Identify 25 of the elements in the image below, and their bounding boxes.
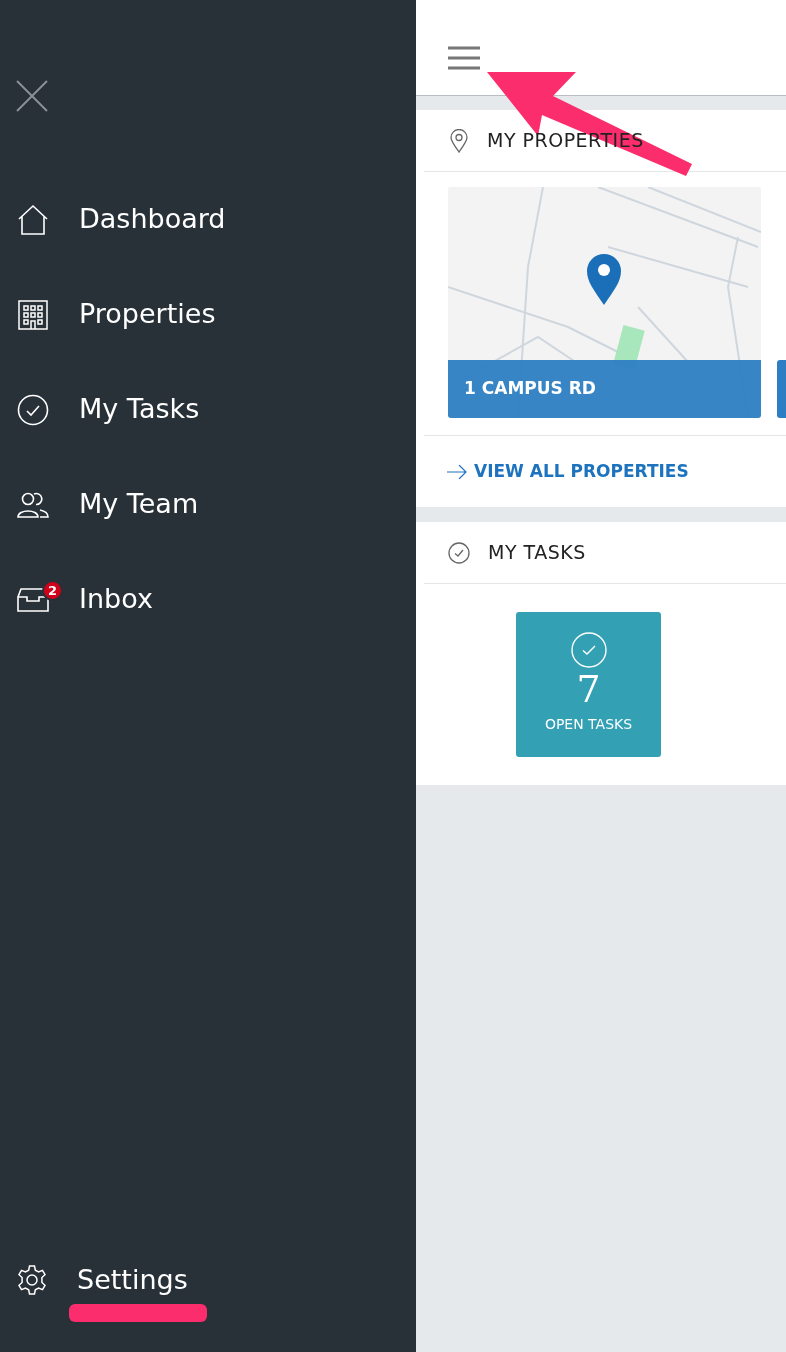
menu-icon[interactable] [448, 46, 480, 70]
check-circle-icon [448, 541, 470, 564]
section-title: MY TASKS [488, 540, 586, 566]
task-count: 7 [576, 668, 601, 710]
view-all-link[interactable]: VIEW ALL PROPERTIES [424, 436, 786, 507]
check-circle-icon [570, 632, 607, 668]
location-pin-icon [450, 128, 468, 153]
close-icon[interactable] [16, 80, 48, 112]
property-card[interactable]: 1 CAMPUS RD [448, 187, 761, 418]
settings-icon [16, 1264, 48, 1296]
nav-item[interactable]: Dashboard [0, 172, 416, 267]
unread-badge: 2 [42, 580, 63, 601]
nav-item[interactable]: My Tasks [0, 362, 416, 457]
inbox-icon [17, 587, 49, 612]
nav-item[interactable]: My Team [0, 457, 416, 552]
address-label: 1 CAMPUS RD [448, 360, 761, 418]
arrow-right-icon [447, 464, 467, 479]
check-circle-icon [17, 393, 49, 426]
nav-item[interactable]: 2 Inbox [0, 552, 416, 647]
building-icon [18, 299, 48, 330]
settings-item[interactable]: Settings [0, 1260, 416, 1300]
task-label: OPEN TASKS [544, 715, 633, 734]
nav-item[interactable]: Properties [0, 267, 416, 362]
home-icon [17, 203, 49, 236]
team-icon [17, 491, 49, 518]
